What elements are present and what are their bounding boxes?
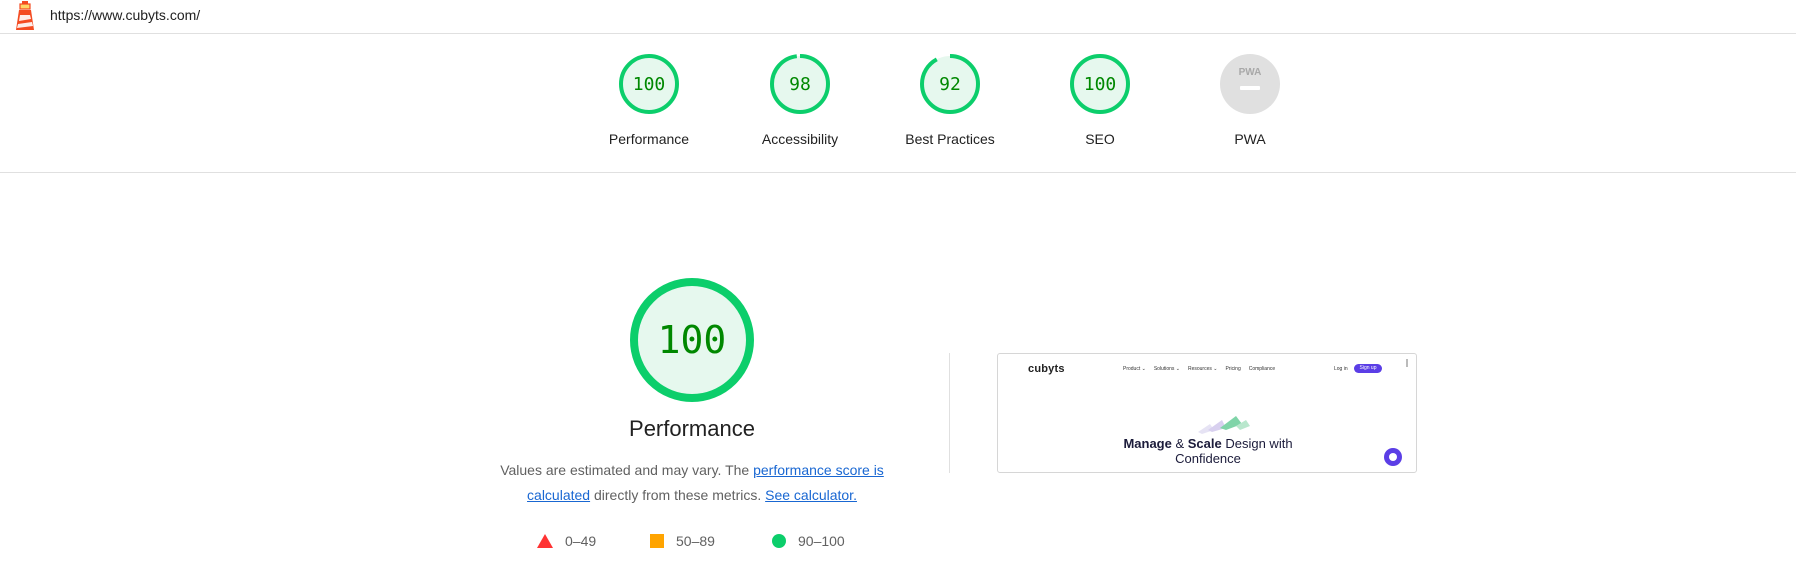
- lighthouse-icon: [16, 1, 34, 30]
- desc-text: directly from these metrics.: [590, 487, 766, 503]
- pwa-badge-icon: PWA: [1220, 54, 1280, 114]
- site-signup: Sign up: [1354, 364, 1382, 373]
- headline-text: &: [1171, 436, 1188, 451]
- gauge-label: PWA: [1234, 131, 1266, 147]
- performance-title: Performance: [629, 416, 755, 441]
- gauge-ring: 92: [920, 54, 980, 114]
- final-screenshot[interactable]: cubyts Product ⌄ Solutions ⌄ Resources ⌄…: [997, 353, 1417, 473]
- score-gauges: 100 Performance 98 Accessibility 92 Best…: [0, 35, 1796, 173]
- gauge-label: Performance: [608, 131, 690, 147]
- divider: [949, 353, 950, 473]
- gauge-ring: 100: [1070, 54, 1130, 114]
- triangle-icon: [537, 534, 553, 548]
- gauge-label: Accessibility: [761, 131, 839, 147]
- thumb-scrollbar: [1406, 359, 1408, 367]
- gauge-ring: 100: [619, 54, 679, 114]
- site-headline: Manage & Scale Design with Confidence: [1078, 436, 1338, 466]
- gauge-seo[interactable]: 100 SEO: [1030, 53, 1170, 163]
- pwa-badge-text: PWA: [1239, 67, 1262, 78]
- headline-bold: Manage: [1123, 436, 1172, 451]
- legend-pass: 90–100: [772, 530, 845, 552]
- site-logo: cubyts: [1028, 363, 1065, 375]
- gauge-label: SEO: [1085, 131, 1115, 147]
- performance-score: 100: [658, 318, 727, 362]
- gauge-score: 100: [1084, 74, 1117, 95]
- circle-icon: [772, 534, 786, 548]
- site-nav-item: Compliance: [1248, 366, 1276, 372]
- performance-description: Values are estimated and may vary. The p…: [475, 458, 909, 508]
- site-nav-item: Pricing: [1225, 366, 1241, 372]
- legend-average: 50–89: [650, 530, 715, 552]
- hero-illustration-icon: [1198, 416, 1250, 434]
- gauge-score: 100: [633, 74, 666, 95]
- desc-text: Values are estimated and may vary. The: [500, 462, 754, 478]
- page-url[interactable]: https://www.cubyts.com/: [50, 7, 200, 23]
- gauge-ring: 98: [770, 54, 830, 114]
- url-bar: https://www.cubyts.com/: [0, 0, 1796, 34]
- gauge-accessibility[interactable]: 98 Accessibility: [730, 53, 870, 163]
- site-nav-item: Product ⌄: [1123, 366, 1146, 372]
- square-icon: [650, 534, 664, 548]
- headline-text: Confidence: [1175, 451, 1241, 466]
- gauge-score: 92: [939, 74, 961, 95]
- gauge-score: 98: [789, 74, 811, 95]
- headline-text: Design with: [1221, 436, 1293, 451]
- gauge-label: Best Practices: [905, 131, 995, 147]
- site-nav-item: Resources ⌄: [1187, 366, 1218, 372]
- gauge-performance[interactable]: 100 Performance: [579, 53, 719, 163]
- chat-bubble-icon: [1384, 448, 1402, 466]
- performance-gauge-large: 100: [630, 278, 754, 402]
- legend-range: 0–49: [565, 533, 597, 549]
- gauge-pwa[interactable]: PWA PWA: [1180, 53, 1320, 163]
- headline-bold: Scale: [1187, 436, 1222, 451]
- legend-range: 50–89: [676, 533, 715, 549]
- gauge-best-practices[interactable]: 92 Best Practices: [880, 53, 1020, 163]
- legend-range: 90–100: [798, 533, 845, 549]
- site-nav: Product ⌄ Solutions ⌄ Resources ⌄ Pricin…: [1123, 366, 1275, 372]
- legend-fail: 0–49: [537, 530, 596, 552]
- site-nav-item: Solutions ⌄: [1153, 366, 1180, 372]
- see-calculator-link[interactable]: See calculator.: [765, 487, 857, 503]
- site-login: Log in: [1334, 366, 1348, 372]
